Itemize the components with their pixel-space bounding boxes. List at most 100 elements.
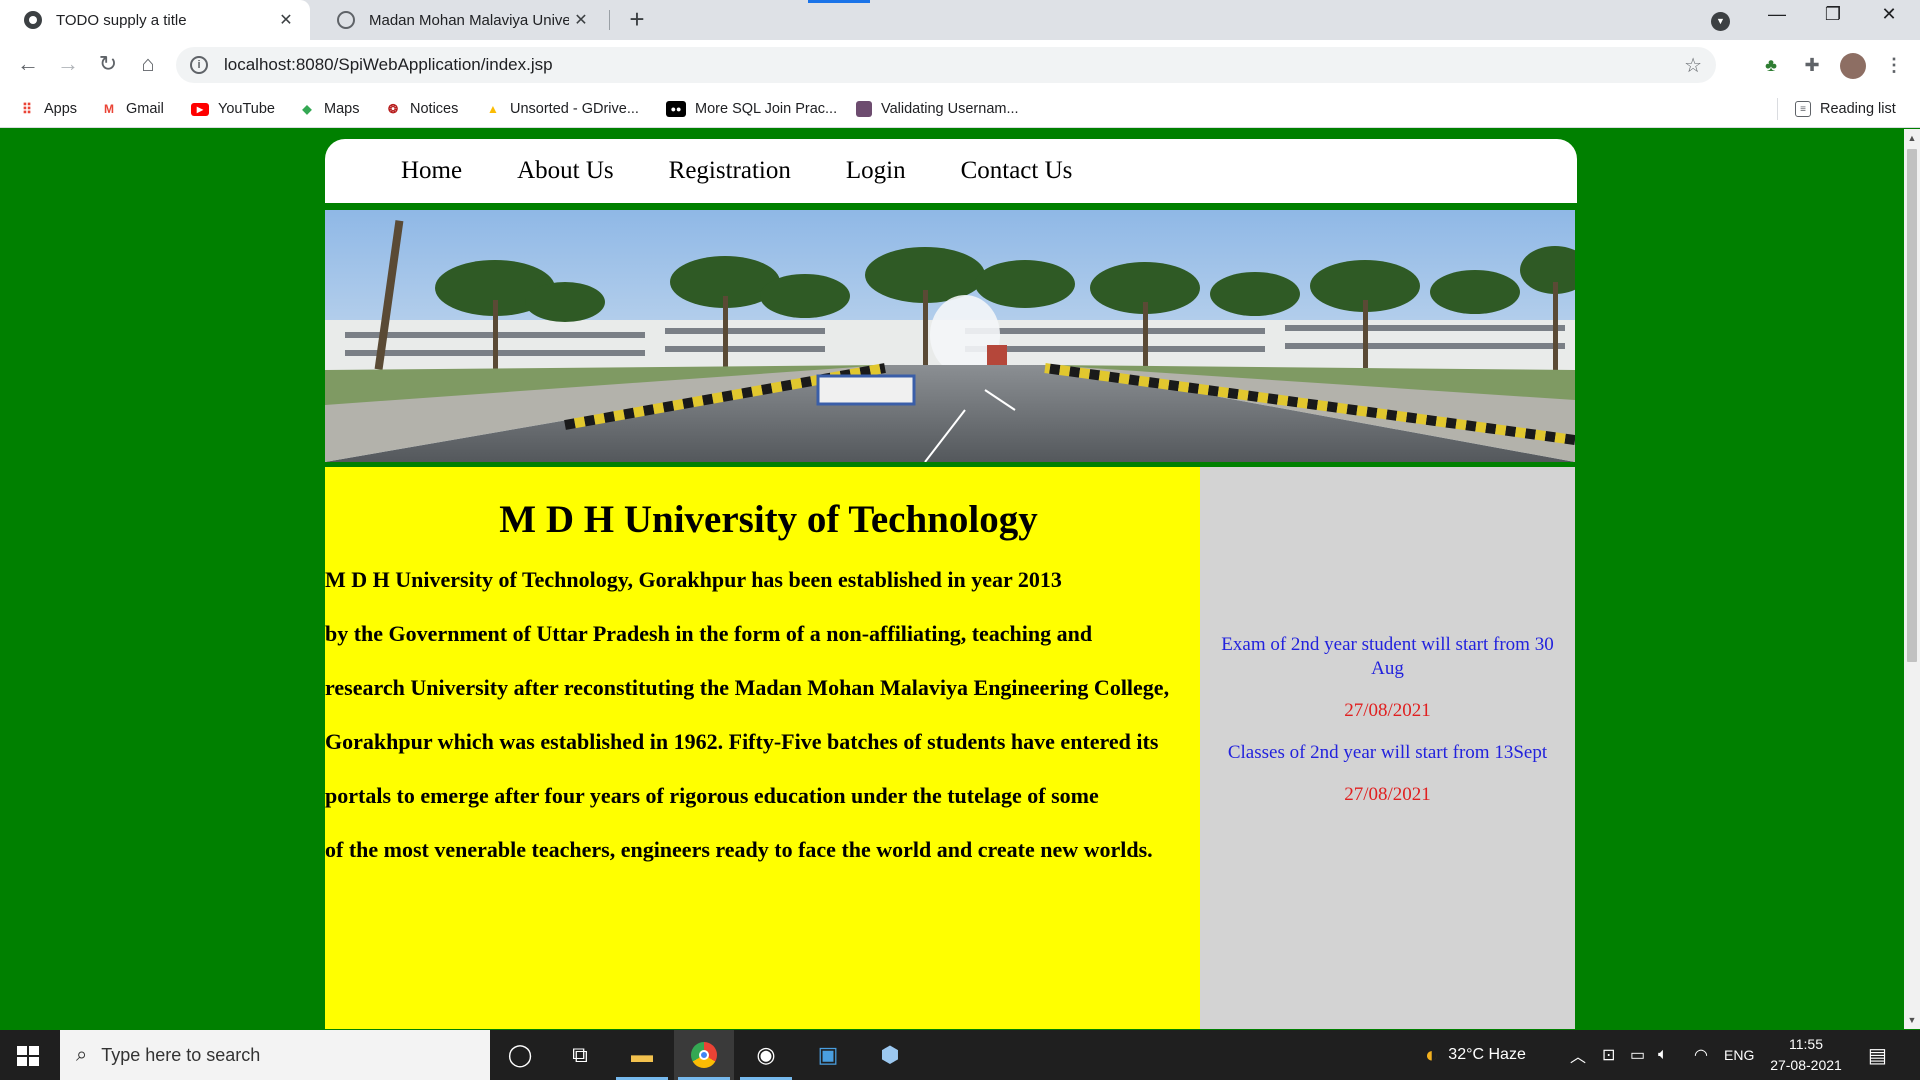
globe-icon xyxy=(337,11,355,29)
menu-contact-us[interactable]: Contact Us xyxy=(961,157,1073,185)
tab-strip: TODO supply a title ✕ Madan Mohan Malavi… xyxy=(0,0,1920,40)
bookmark-label: More SQL Join Prac... xyxy=(695,101,838,117)
gdrive-icon: ▲ xyxy=(487,102,499,116)
windows-start-icon[interactable] xyxy=(17,1046,39,1066)
puzzle-extensions-icon[interactable]: ✚ xyxy=(1800,53,1824,77)
clock-date: 27-08-2021 xyxy=(1770,1057,1842,1073)
taskbar-search-box[interactable]: ⌕ Type here to search xyxy=(60,1030,490,1080)
about-paragraph: research University after reconstituting… xyxy=(325,675,1170,700)
bookmark-gdrive[interactable]: ▲ Unsorted - GDrive... xyxy=(485,98,639,120)
bookmark-label: Maps xyxy=(324,101,360,117)
bookmark-youtube[interactable]: ▶ YouTube xyxy=(191,98,275,120)
menu-kebab-icon[interactable]: ⋮ xyxy=(1882,53,1906,77)
address-bar[interactable]: i localhost:8080/SpiWebApplication/index… xyxy=(176,47,1716,83)
youtube-icon: ▶ xyxy=(191,102,209,116)
menu-home[interactable]: Home xyxy=(401,157,462,185)
tab-search-icon[interactable]: ▼ xyxy=(1711,12,1730,31)
about-paragraph: by the Government of Uttar Pradesh in th… xyxy=(325,621,1093,646)
bookmark-notices[interactable]: ❂ Notices xyxy=(385,98,458,120)
task-view-icon[interactable]: ⧉ xyxy=(550,1030,610,1080)
menu-about-us[interactable]: About Us xyxy=(517,157,614,185)
file-explorer-icon[interactable]: ▬ xyxy=(612,1030,672,1080)
home-button[interactable]: ⌂ xyxy=(134,50,162,78)
volume-icon[interactable]: 🔈︎ xyxy=(1658,1030,1668,1080)
campus-banner-image xyxy=(325,210,1575,462)
bookmark-label: YouTube xyxy=(218,101,275,117)
scroll-down-arrow[interactable]: ▼ xyxy=(1904,1015,1920,1025)
about-paragraph: portals to emerge after four years of ri… xyxy=(325,783,1099,808)
minimize-button[interactable]: — xyxy=(1754,4,1800,25)
scrollbar-thumb[interactable] xyxy=(1907,149,1917,662)
notice-date: 27/08/2021 xyxy=(1344,784,1431,805)
gmail-icon: M xyxy=(104,102,114,116)
site-menu: Home About Us Registration Login Contact… xyxy=(325,139,1577,203)
url-text[interactable]: localhost:8080/SpiWebApplication/index.j… xyxy=(224,55,553,75)
menu-login[interactable]: Login xyxy=(846,157,906,185)
notice-board: Exam of 2nd year student will start from… xyxy=(1200,467,1575,1029)
bookmarks-bar: ⠿ Apps M Gmail ▶ YouTube ◆ Maps ❂ Notice… xyxy=(0,90,1920,128)
tab-separator xyxy=(609,10,610,30)
new-tab-button[interactable]: + xyxy=(622,4,652,35)
notice-date: 27/08/2021 xyxy=(1344,700,1431,721)
page-icon xyxy=(856,101,872,117)
bookmark-label: Unsorted - GDrive... xyxy=(510,101,639,117)
notice-text: Exam of 2nd year student will start from… xyxy=(1221,634,1554,679)
tab-todo[interactable]: TODO supply a title ✕ xyxy=(0,0,310,40)
tab-title: TODO supply a title xyxy=(56,11,187,29)
tray-chevron-icon[interactable]: ︿ xyxy=(1570,1030,1586,1080)
tab-close-icon[interactable]: ✕ xyxy=(569,10,593,30)
scroll-up-arrow[interactable]: ▲ xyxy=(1904,133,1920,143)
about-paragraph: M D H University of Technology, Gorakhpu… xyxy=(325,567,1062,592)
chrome-icon[interactable] xyxy=(674,1030,734,1080)
university-heading: M D H University of Technology xyxy=(499,498,1038,541)
bookmark-validating[interactable]: Validating Usernam... xyxy=(856,98,1019,120)
apps-grid-icon: ⠿ xyxy=(21,100,33,117)
clock-time: 11:55 xyxy=(1789,1036,1823,1052)
notifications-icon[interactable]: ▤ xyxy=(1868,1030,1887,1080)
tree-extension-icon[interactable]: ♣ xyxy=(1759,53,1783,77)
about-paragraph: Gorakhpur which was established in 1962.… xyxy=(325,729,1159,754)
meet-icon[interactable]: ⊡ xyxy=(1602,1030,1615,1080)
weather-widget[interactable]: ◐ 32°C Haze xyxy=(1425,1030,1526,1080)
wifi-icon[interactable]: ◠ xyxy=(1694,1030,1708,1080)
outlook-icon[interactable]: ▣ xyxy=(798,1030,858,1080)
bookmark-gmail[interactable]: M Gmail xyxy=(101,98,164,120)
reading-list-button[interactable]: ≡ Reading list xyxy=(1795,98,1896,120)
notice-text: Classes of 2nd year will start from 13Se… xyxy=(1227,742,1548,763)
bookmark-label: Notices xyxy=(410,101,459,117)
language-indicator[interactable]: ENG xyxy=(1724,1030,1754,1080)
bookmark-maps[interactable]: ◆ Maps xyxy=(299,98,359,120)
menu-registration[interactable]: Registration xyxy=(669,157,791,185)
bookmarks-divider xyxy=(1777,98,1778,120)
weather-text: 32°C Haze xyxy=(1448,1046,1526,1063)
bookmark-apps[interactable]: ⠿ Apps xyxy=(19,98,77,120)
system-clock[interactable]: 11:55 27-08-2021 xyxy=(1762,1034,1850,1076)
page-scrollbar[interactable]: ▲ ▼ xyxy=(1904,129,1920,1029)
tab-title: Madan Mohan Malaviya University of Techn… xyxy=(369,11,569,29)
bookmark-star-icon[interactable]: ☆ xyxy=(1684,53,1702,78)
restore-button[interactable]: ❐ xyxy=(1810,4,1856,25)
battery-icon[interactable]: ▭ xyxy=(1630,1030,1645,1080)
cube-app-icon[interactable]: ⬢ xyxy=(860,1030,920,1080)
windows-taskbar: ⌕ Type here to search ◯ ⧉ ▬ ◉ ▣ ⬢ ◐ 32°C… xyxy=(0,1030,1920,1080)
loading-indicator xyxy=(808,0,870,3)
close-window-button[interactable]: ✕ xyxy=(1866,4,1912,25)
media-player-icon[interactable]: ◉ xyxy=(736,1030,796,1080)
globe-icon xyxy=(24,11,42,29)
medium-icon: ●● xyxy=(666,101,686,117)
reading-list-icon: ≡ xyxy=(1795,101,1811,117)
info-icon[interactable]: i xyxy=(190,56,208,74)
tab-mmm[interactable]: Madan Mohan Malaviya University of Techn… xyxy=(313,0,605,40)
forward-button[interactable]: → xyxy=(54,50,82,78)
maps-icon: ◆ xyxy=(302,102,312,116)
cortana-icon[interactable]: ◯ xyxy=(490,1030,550,1080)
avatar[interactable] xyxy=(1840,53,1866,79)
tab-close-icon[interactable]: ✕ xyxy=(274,10,298,30)
bookmark-sql[interactable]: ●● More SQL Join Prac... xyxy=(666,98,837,120)
taskbar-search-placeholder: Type here to search xyxy=(101,1044,261,1065)
bookmark-label: Validating Usernam... xyxy=(881,101,1019,117)
back-button[interactable]: ← xyxy=(14,50,42,78)
browser-toolbar: ← → ↻ ⌂ i localhost:8080/SpiWebApplicati… xyxy=(0,40,1920,90)
search-icon: ⌕ xyxy=(76,1043,88,1066)
reload-button[interactable]: ↻ xyxy=(94,50,122,78)
